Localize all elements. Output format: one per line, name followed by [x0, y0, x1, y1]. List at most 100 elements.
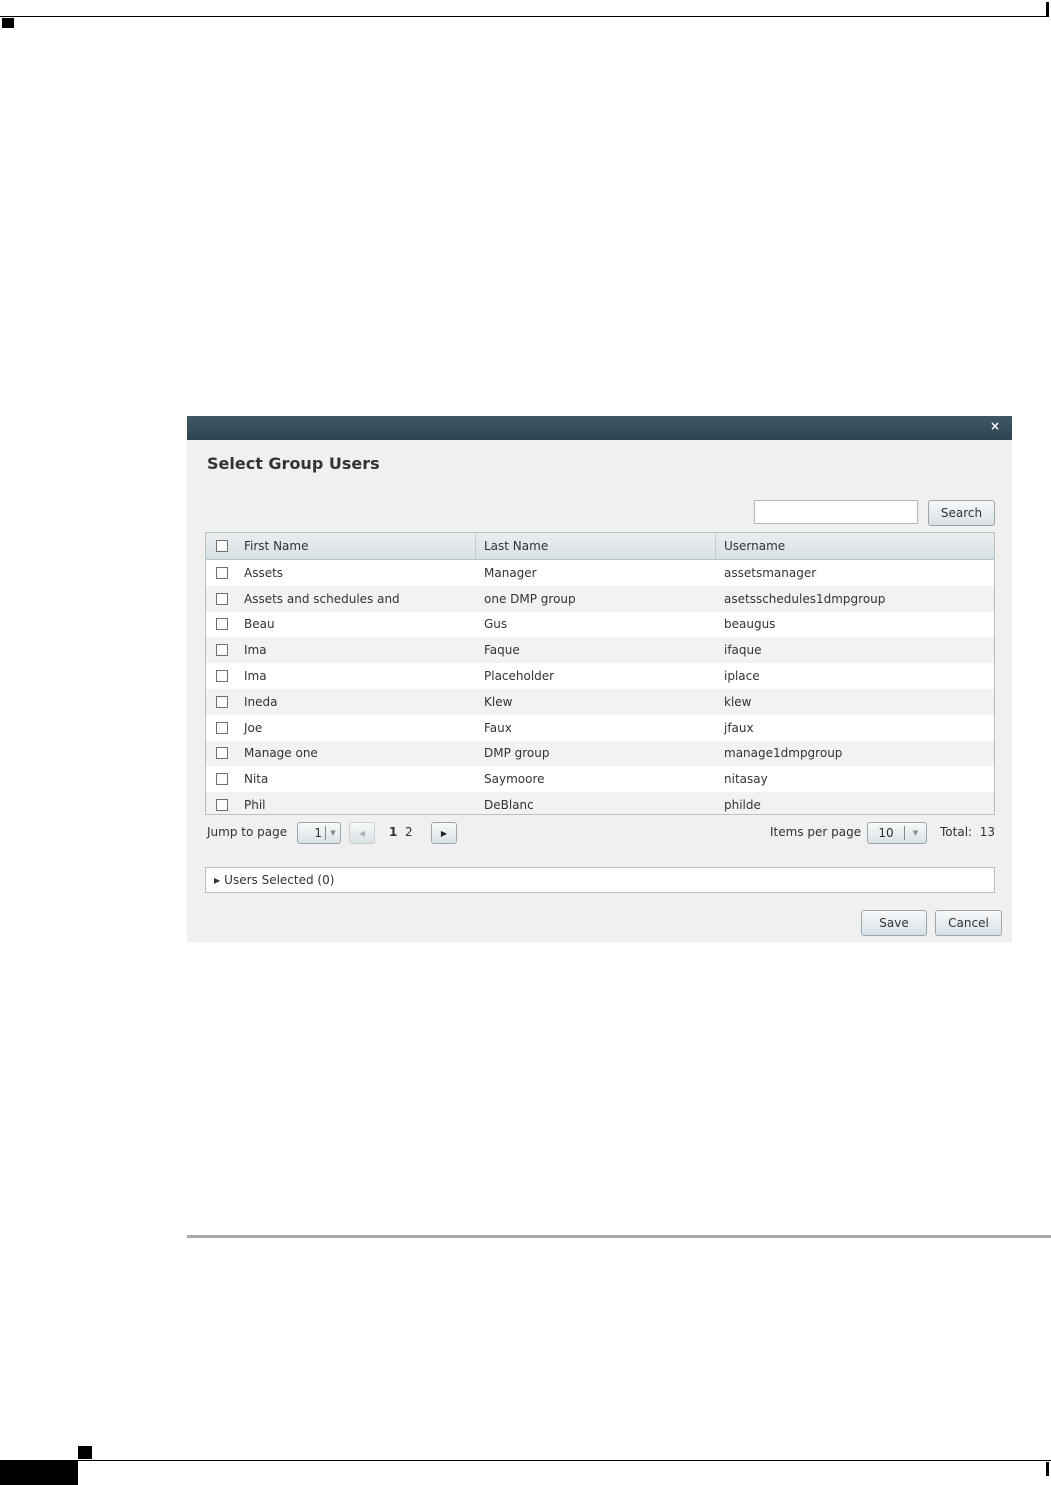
last-name-cell: Klew: [484, 694, 513, 709]
column-header-username[interactable]: Username: [716, 533, 994, 559]
row-checkbox[interactable]: [216, 773, 228, 786]
first-name-cell: Manage one: [244, 746, 318, 761]
dialog-titlebar: ×: [187, 416, 1012, 440]
items-per-page-select[interactable]: 10 ▼: [867, 822, 927, 844]
row-checkbox-cell: [206, 766, 238, 792]
last-name-cell: Faque: [484, 643, 520, 658]
row-checkbox[interactable]: [216, 670, 228, 683]
row-checkbox-cell: [206, 715, 238, 741]
table-row[interactable]: Phil DeBlanc philde: [206, 792, 994, 814]
last-name-cell: one DMP group: [484, 591, 576, 606]
table-row[interactable]: Beau Gus beaugus: [206, 612, 994, 638]
username-cell: beaugus: [724, 617, 776, 632]
first-name-cell: Assets: [244, 565, 284, 580]
row-checkbox[interactable]: [216, 747, 228, 760]
table-row[interactable]: Assets and schedules and one DMP group ase…: [206, 585, 994, 612]
first-name-cell: Phil: [244, 798, 266, 813]
username-cell: ifaque: [724, 643, 762, 658]
users-selected-expander[interactable]: ▶ Users Selected (0): [205, 867, 995, 893]
last-name-cell: Saymoore: [484, 772, 545, 787]
chevron-down-icon: ▼: [912, 829, 919, 837]
save-button[interactable]: Save: [861, 910, 927, 936]
row-checkbox[interactable]: [216, 721, 228, 734]
cancel-button[interactable]: Cancel: [935, 910, 1002, 936]
close-icon[interactable]: ×: [990, 419, 1000, 433]
row-checkbox[interactable]: [216, 592, 228, 605]
search-button[interactable]: Search: [928, 500, 995, 526]
first-name-cell: Ima: [244, 643, 267, 658]
row-checkbox-cell: [206, 689, 238, 715]
row-checkbox[interactable]: [216, 566, 228, 579]
first-name-cell: Nita: [244, 772, 269, 787]
first-name-cell: Joe: [244, 720, 263, 735]
row-checkbox[interactable]: [216, 618, 228, 631]
table-row[interactable]: Ineda Klew klew: [206, 688, 994, 715]
row-checkbox-cell: [206, 663, 238, 689]
row-checkbox-cell: [206, 792, 238, 814]
jump-to-page-select[interactable]: 1 ▼: [297, 822, 341, 844]
top-right-tick: [1046, 2, 1049, 17]
grid-header: First Name Last Name Username: [206, 533, 994, 560]
column-header-last-name[interactable]: Last Name: [476, 533, 716, 559]
total-count: Total: 13: [940, 825, 995, 839]
first-name-cell: Ima: [244, 669, 267, 684]
chevron-right-icon: ▶: [440, 828, 448, 838]
chevron-left-icon: ◀: [358, 828, 366, 838]
items-per-page-label: Items per page: [770, 825, 862, 839]
users-selected-label: Users Selected (0): [224, 873, 335, 887]
page-number-bar: [0, 1461, 78, 1485]
username-cell: jfaux: [724, 720, 754, 735]
bottom-rule: [0, 1460, 1051, 1461]
username-cell: nitasay: [724, 772, 768, 787]
chevron-down-icon: ▼: [330, 829, 336, 837]
first-name-cell: Beau: [244, 617, 275, 632]
dialog-title: Select Group Users: [207, 454, 380, 473]
items-per-page-value: 10: [868, 826, 905, 840]
last-name-cell: Manager: [484, 565, 537, 580]
previous-page-button[interactable]: ◀: [349, 822, 375, 844]
first-name-cell: Assets and schedules and: [244, 591, 400, 606]
column-header-first-name[interactable]: First Name: [238, 533, 476, 559]
last-name-cell: Faux: [484, 720, 512, 735]
row-checkbox-cell: [206, 741, 238, 767]
select-all-checkbox[interactable]: [216, 540, 228, 552]
next-page-button[interactable]: ▶: [431, 822, 457, 844]
bottom-left-marker: [78, 1446, 92, 1459]
page-link-1[interactable]: 1: [389, 825, 397, 839]
table-row[interactable]: Manage one DMP group manage1dmpgroup: [206, 740, 994, 767]
row-checkbox-cell: [206, 586, 238, 612]
username-cell: asetsschedules1dmpgroup: [724, 591, 886, 606]
grid-body: Assets Manager assetsmanager Assets and sch…: [206, 560, 994, 814]
table-row[interactable]: Nita Saymoore nitasay: [206, 766, 994, 792]
search-input[interactable]: [754, 500, 918, 524]
page-link-2[interactable]: 2: [405, 825, 413, 839]
section-divider: [187, 1235, 1051, 1238]
select-group-users-dialog: × Select Group Users Search First Name L…: [187, 416, 1012, 942]
first-name-cell: Ineda: [244, 694, 278, 709]
top-rule: [0, 16, 1047, 17]
last-name-cell: DeBlanc: [484, 798, 534, 813]
row-checkbox-cell: [206, 637, 238, 663]
username-cell: assetsmanager: [724, 565, 817, 580]
jump-to-page-value: 1: [298, 826, 326, 840]
select-all-cell: [206, 533, 238, 559]
last-name-cell: DMP group: [484, 746, 550, 761]
last-name-cell: Gus: [484, 617, 508, 632]
table-row[interactable]: Ima Placeholder iplace: [206, 663, 994, 689]
row-checkbox[interactable]: [216, 695, 228, 708]
row-checkbox[interactable]: [216, 799, 228, 812]
expand-triangle-icon: ▶: [214, 875, 221, 885]
table-row[interactable]: Assets Manager assetsmanager: [206, 560, 994, 586]
username-cell: iplace: [724, 669, 760, 684]
row-checkbox-cell: [206, 612, 238, 638]
jump-to-page-label: Jump to page: [207, 825, 288, 839]
username-cell: klew: [724, 694, 752, 709]
username-cell: manage1dmpgroup: [724, 746, 843, 761]
table-row[interactable]: Ima Faque ifaque: [206, 637, 994, 664]
table-row[interactable]: Joe Faux jfaux: [206, 715, 994, 741]
top-left-marker: [2, 18, 14, 28]
row-checkbox[interactable]: [216, 644, 228, 657]
last-name-cell: Placeholder: [484, 669, 555, 684]
username-cell: philde: [724, 798, 761, 813]
row-checkbox-cell: [206, 560, 238, 586]
